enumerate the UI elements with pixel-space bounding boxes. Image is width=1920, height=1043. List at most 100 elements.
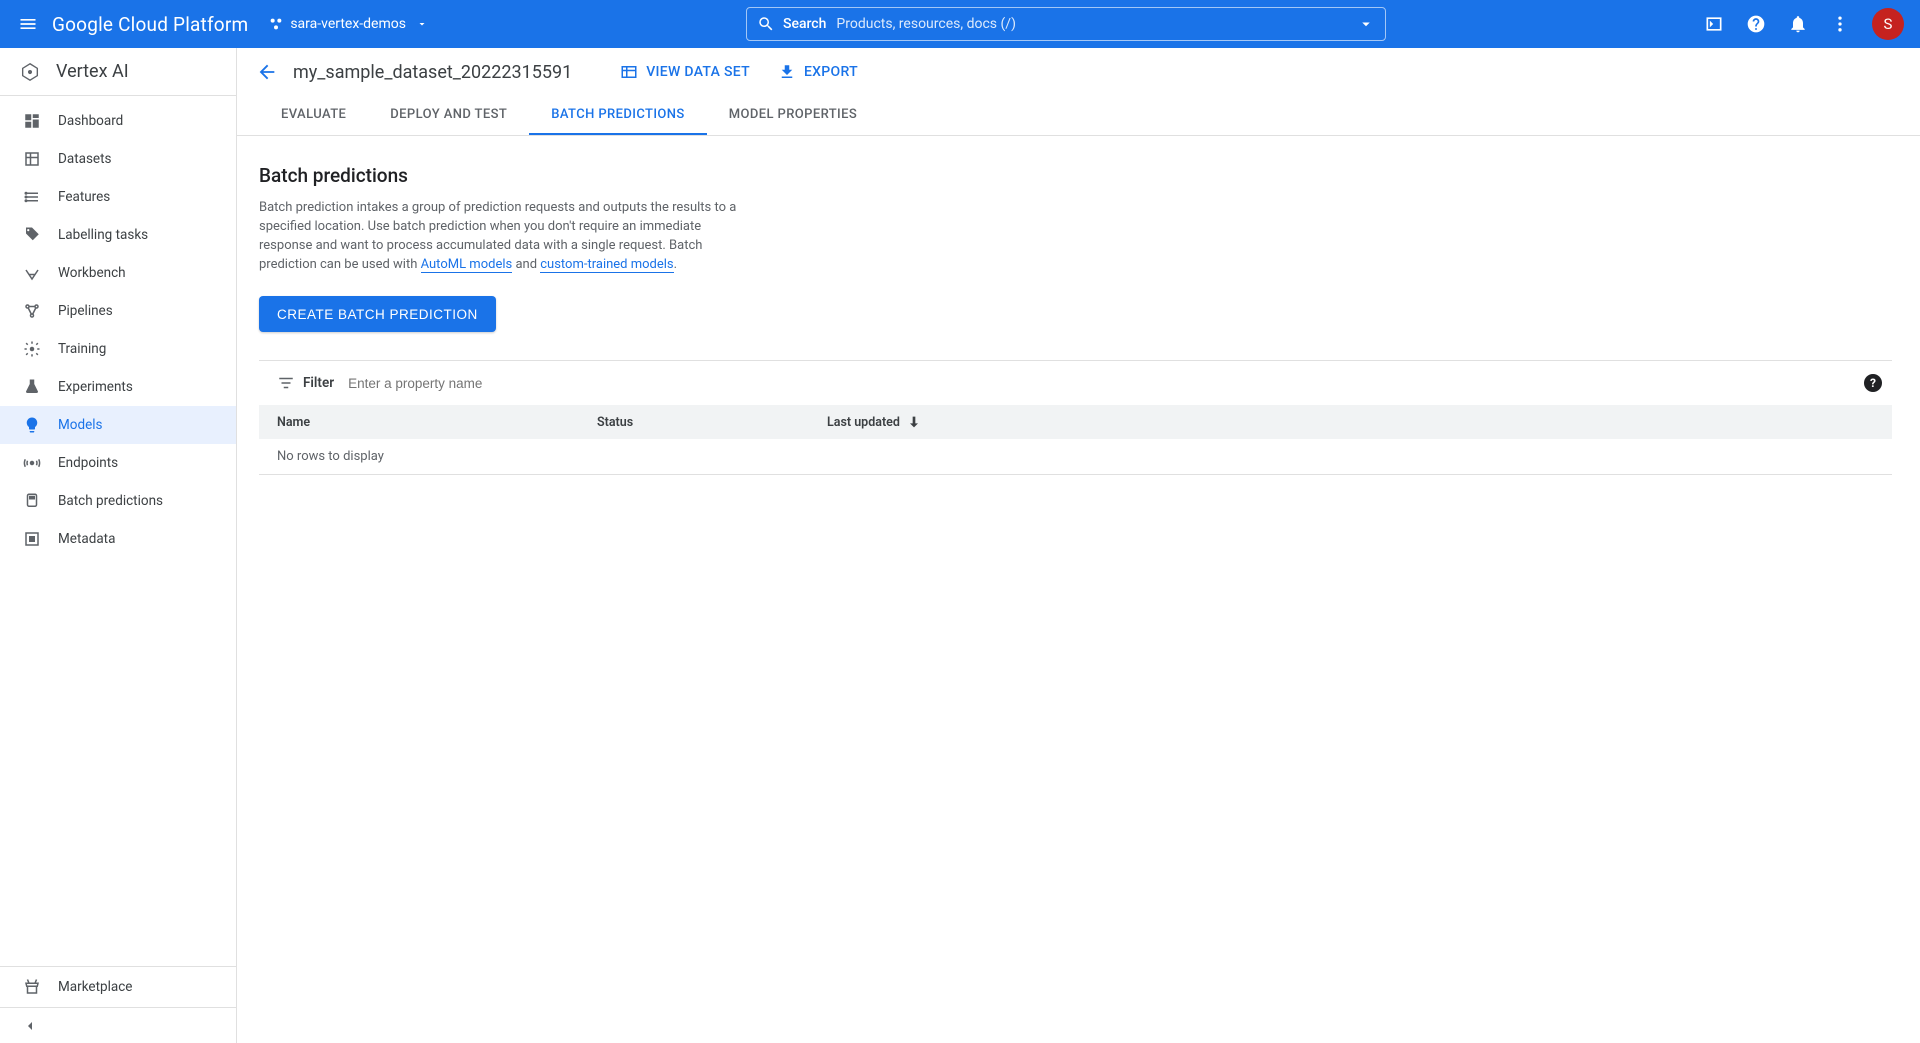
models-icon <box>22 415 42 435</box>
tabs: EVALUATE DEPLOY AND TEST BATCH PREDICTIO… <box>237 96 1920 136</box>
sidebar-item-dashboard[interactable]: Dashboard <box>0 102 236 140</box>
sidebar-item-labelling[interactable]: Labelling tasks <box>0 216 236 254</box>
metadata-icon <box>22 529 42 549</box>
sidebar-item-label: Workbench <box>58 265 126 281</box>
tab-evaluate[interactable]: EVALUATE <box>259 96 368 135</box>
filter-icon <box>277 374 295 392</box>
sidebar-item-label: Marketplace <box>58 979 132 995</box>
sidebar-product-header[interactable]: Vertex AI <box>0 48 236 96</box>
sidebar-item-label: Pipelines <box>58 303 113 319</box>
create-batch-prediction-button[interactable]: CREATE BATCH PREDICTION <box>259 296 496 332</box>
sidebar-collapse-button[interactable] <box>0 1007 236 1043</box>
sort-desc-icon <box>906 414 922 430</box>
sidebar-item-label: Dashboard <box>58 113 123 129</box>
search-label: Search <box>783 16 826 32</box>
arrow-back-icon <box>256 61 278 83</box>
page-title: my_sample_dataset_20222315591 <box>293 62 572 83</box>
filter-row: Filter ? <box>259 361 1892 405</box>
tab-deploy-and-test[interactable]: DEPLOY AND TEST <box>368 96 529 135</box>
sidebar-item-pipelines[interactable]: Pipelines <box>0 292 236 330</box>
main-content: my_sample_dataset_20222315591 VIEW DATA … <box>237 48 1920 1043</box>
tab-batch-predictions[interactable]: BATCH PREDICTIONS <box>529 96 706 135</box>
workbench-icon <box>22 263 42 283</box>
filter-help-button[interactable]: ? <box>1864 374 1882 392</box>
chevron-down-icon <box>416 18 428 30</box>
sidebar-item-label: Features <box>58 189 110 205</box>
endpoints-icon <box>22 453 42 473</box>
desc-and: and <box>512 257 540 272</box>
gcp-top-header: Google Cloud Platform sara-vertex-demos … <box>0 0 1920 48</box>
view-dataset-button[interactable]: VIEW DATA SET <box>620 63 750 81</box>
sidebar-item-batch-predictions[interactable]: Batch predictions <box>0 482 236 520</box>
table-header: Name Status Last updated <box>259 405 1892 439</box>
tag-icon <box>22 225 42 245</box>
help-button[interactable] <box>1746 14 1766 34</box>
features-icon <box>22 187 42 207</box>
vertex-ai-icon <box>18 60 42 84</box>
search-box[interactable]: Search Products, resources, docs (/) <box>746 7 1386 41</box>
batch-icon <box>22 491 42 511</box>
account-avatar[interactable]: S <box>1872 8 1904 40</box>
sidebar-item-label: Labelling tasks <box>58 227 148 243</box>
pipelines-icon <box>22 301 42 321</box>
sidebar-item-label: Models <box>58 417 103 433</box>
flask-icon <box>22 377 42 397</box>
sidebar-item-workbench[interactable]: Workbench <box>0 254 236 292</box>
project-dots-icon <box>268 16 284 32</box>
more-button[interactable] <box>1830 14 1850 34</box>
sidebar-item-features[interactable]: Features <box>0 178 236 216</box>
marketplace-icon <box>22 977 42 997</box>
table-icon <box>620 63 638 81</box>
project-picker[interactable]: sara-vertex-demos <box>268 16 428 32</box>
column-last-updated[interactable]: Last updated <box>827 414 922 430</box>
sidebar-nav: Dashboard Datasets Features Labelling ta… <box>0 96 236 966</box>
view-dataset-label: VIEW DATA SET <box>646 64 750 80</box>
automl-models-link[interactable]: AutoML models <box>421 257 513 273</box>
filter-label: Filter <box>303 375 334 391</box>
sidebar-item-label: Endpoints <box>58 455 118 471</box>
export-button[interactable]: EXPORT <box>778 63 858 81</box>
sidebar-item-label: Experiments <box>58 379 133 395</box>
project-name: sara-vertex-demos <box>290 16 406 32</box>
empty-state: No rows to display <box>259 439 1892 475</box>
column-name[interactable]: Name <box>277 415 597 430</box>
table-area: Filter ? Name Status Last updated No row… <box>259 360 1892 475</box>
sidebar-item-label: Training <box>58 341 106 357</box>
training-icon <box>22 339 42 359</box>
page-header: my_sample_dataset_20222315591 VIEW DATA … <box>237 48 1920 96</box>
sidebar-item-label: Batch predictions <box>58 493 163 509</box>
kebab-icon <box>1830 14 1850 34</box>
export-label: EXPORT <box>804 64 858 80</box>
sidebar-item-datasets[interactable]: Datasets <box>0 140 236 178</box>
datasets-icon <box>22 149 42 169</box>
custom-trained-models-link[interactable]: custom-trained models <box>540 257 673 273</box>
content-heading: Batch predictions <box>259 164 1892 187</box>
search-placeholder: Products, resources, docs (/) <box>836 16 1016 32</box>
sidebar-item-marketplace[interactable]: Marketplace <box>0 967 236 1007</box>
question-icon: ? <box>1870 376 1876 390</box>
back-button[interactable] <box>255 60 279 84</box>
column-status[interactable]: Status <box>597 415 827 430</box>
sidebar-item-training[interactable]: Training <box>0 330 236 368</box>
dashboard-icon <box>22 111 42 131</box>
desc-end: . <box>674 257 677 272</box>
filter-input[interactable] <box>348 376 648 391</box>
sidebar: Vertex AI Dashboard Datasets Features La… <box>0 48 237 1043</box>
content-description: Batch prediction intakes a group of pred… <box>259 199 739 274</box>
search-icon <box>757 15 775 33</box>
sidebar-item-label: Datasets <box>58 151 111 167</box>
hamburger-icon <box>18 14 38 34</box>
tab-model-properties[interactable]: MODEL PROPERTIES <box>707 96 879 135</box>
cloud-shell-button[interactable] <box>1704 14 1724 34</box>
help-icon <box>1746 14 1766 34</box>
sidebar-item-experiments[interactable]: Experiments <box>0 368 236 406</box>
search-dropdown-icon[interactable] <box>1357 15 1375 33</box>
sidebar-product-title: Vertex AI <box>56 61 129 82</box>
notifications-button[interactable] <box>1788 14 1808 34</box>
gcp-logo[interactable]: Google Cloud Platform <box>52 13 248 36</box>
sidebar-item-metadata[interactable]: Metadata <box>0 520 236 558</box>
hamburger-menu-button[interactable] <box>16 12 40 36</box>
sidebar-item-endpoints[interactable]: Endpoints <box>0 444 236 482</box>
bell-icon <box>1788 14 1808 34</box>
sidebar-item-models[interactable]: Models <box>0 406 236 444</box>
